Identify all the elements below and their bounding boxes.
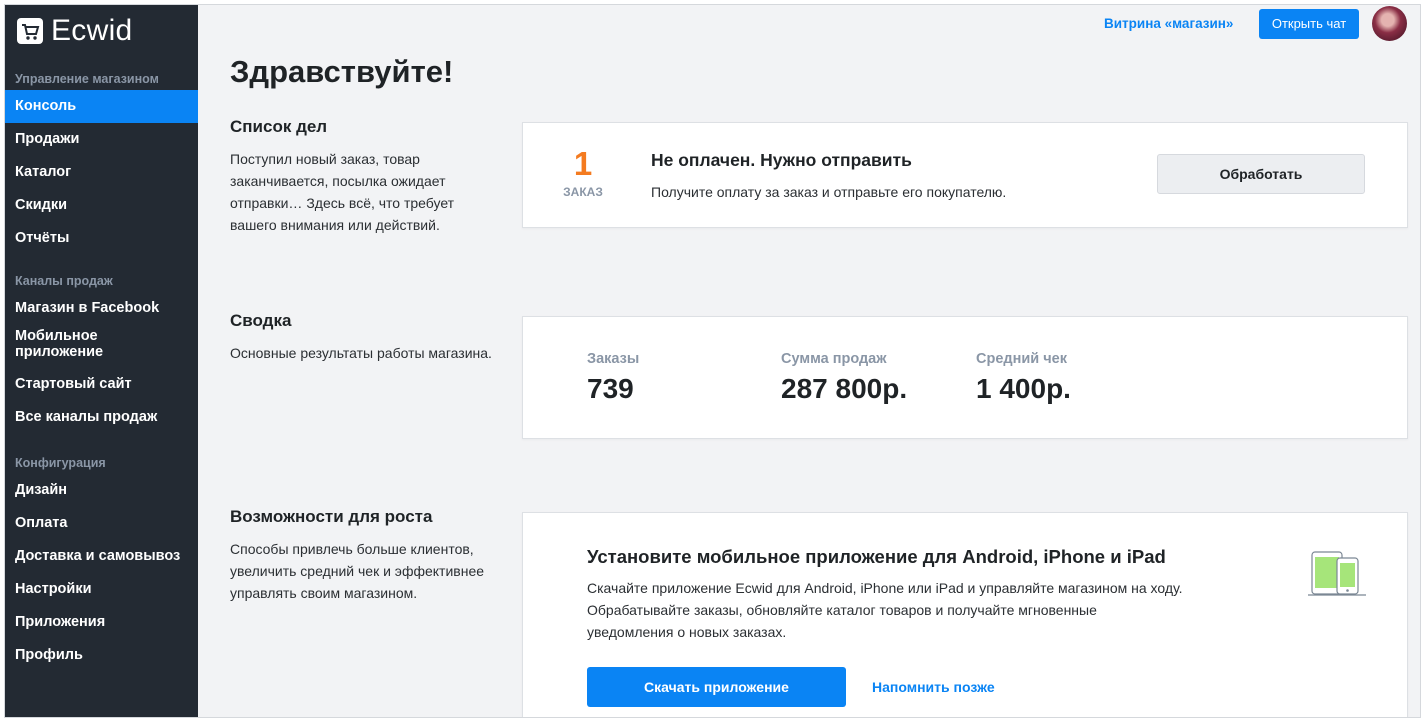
task-title: Не оплачен. Нужно отправить [651,150,912,170]
sidebar-section-store: Управление магазином Консоль Продажи Кат… [5,68,198,255]
sidebar-item-facebook-store[interactable]: Магазин в Facebook [5,292,198,325]
sidebar-section-header: Каналы продаж [15,274,113,288]
growth-section-title: Возможности для роста [230,507,433,526]
process-button[interactable]: Обработать [1157,154,1365,194]
sidebar-section-config: Конфигурация Дизайн Оплата Доставка и са… [5,452,198,672]
sidebar-item-reports[interactable]: Отчёты [5,222,198,255]
sidebar-section-header: Конфигурация [15,456,106,470]
app-window: Ecwid Управление магазином Консоль Прода… [4,4,1421,718]
stat-orders: Заказы 739 [587,351,639,405]
remind-later-link[interactable]: Напомнить позже [872,679,995,695]
sidebar-item-discounts[interactable]: Скидки [5,189,198,222]
task-count: 1 [573,145,593,182]
sidebar-item-settings[interactable]: Настройки [5,573,198,606]
sidebar-item-console[interactable]: Консоль [5,90,198,123]
logo[interactable]: Ecwid [17,14,133,47]
growth-card-title: Установите мобильное приложение для Andr… [587,546,1166,567]
stat-label: Средний чек [976,351,1067,367]
stat-label: Сумма продаж [781,351,887,367]
stat-average-check: Средний чек 1 400р. [976,351,1071,405]
task-unit: ЗАКАЗ [563,185,603,199]
stat-sales-total: Сумма продаж 287 800р. [781,351,907,405]
summary-card: Заказы 739 Сумма продаж 287 800р. Средни… [522,316,1408,439]
task-description: Получите оплату за заказ и отправьте его… [651,184,1007,200]
todo-section-title: Список дел [230,117,328,136]
sidebar-item-profile[interactable]: Профиль [5,639,198,672]
storefront-link[interactable]: Витрина «магазин» [1104,16,1233,31]
sidebar-item-sales[interactable]: Продажи [5,123,198,156]
avatar[interactable] [1372,6,1407,41]
download-app-button[interactable]: Скачать приложение [587,667,846,707]
page-title: Здравствуйте! [230,54,454,89]
sidebar-item-shipping[interactable]: Доставка и самовывоз [5,540,198,573]
growth-card: Установите мобильное приложение для Andr… [522,512,1408,717]
stat-value: 287 800р. [781,373,908,404]
sidebar-item-mobile-app[interactable]: Мобильное приложение [5,325,125,368]
summary-section-description: Основные результаты работы магазина. [230,345,492,361]
todo-section-description: Поступил новый заказ, товар заканчиваетс… [230,151,455,233]
sidebar-item-apps[interactable]: Приложения [5,606,198,639]
open-chat-button[interactable]: Открыть чат [1259,9,1359,39]
stat-value: 739 [587,373,634,404]
growth-card-description: Скачайте приложение Ecwid для Android, i… [587,580,1183,640]
stat-value: 1 400р. [976,373,1071,404]
sidebar: Ecwid Управление магазином Консоль Прода… [5,5,198,717]
sidebar-item-design[interactable]: Дизайн [5,474,198,507]
brand-name: Ecwid [51,14,133,47]
sidebar-item-catalog[interactable]: Каталог [5,156,198,189]
sidebar-item-starter-site[interactable]: Стартовый сайт [5,368,198,401]
todo-task-card: 1 ЗАКАЗ Не оплачен. Нужно отправить Полу… [522,122,1408,228]
growth-section-description: Способы привлечь больше клиентов, увелич… [230,541,485,601]
summary-section-title: Сводка [230,311,292,330]
sidebar-section-channels: Каналы продаж Магазин в Facebook Мобильн… [5,270,198,434]
stat-label: Заказы [587,351,640,367]
sidebar-item-payment[interactable]: Оплата [5,507,198,540]
sidebar-section-header: Управление магазином [15,72,159,86]
devices-icon [1308,551,1366,596]
cart-logo-icon [17,18,43,44]
sidebar-item-all-channels[interactable]: Все каналы продаж [5,401,198,434]
